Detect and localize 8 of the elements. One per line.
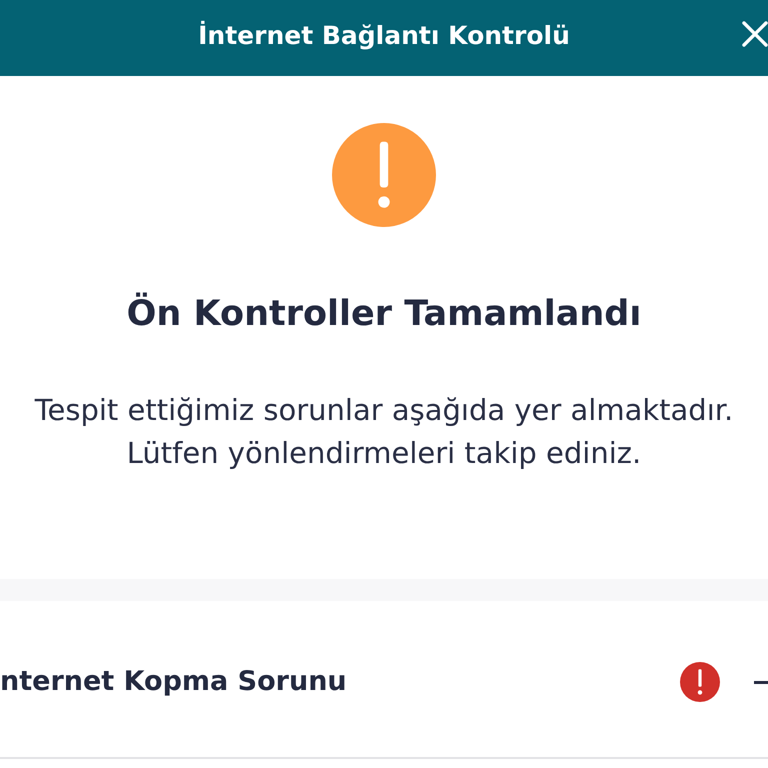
result-heading: Ön Kontroller Tamamlandı [126, 293, 642, 335]
close-button[interactable] [742, 20, 768, 48]
result-message: Tespit ettiğimiz sorunlar aşağıda yer almaktadır. Lütfen yönlendirmeleri takip ediniz. [34, 392, 734, 472]
close-icon [742, 21, 768, 47]
minus-icon [754, 680, 768, 684]
issue-label: nternet Kopma Sorunu [0, 666, 348, 698]
issue-row[interactable]: nternet Kopma Sorunu [0, 601, 768, 759]
window-title: İnternet Bağlantı Kontrolü [198, 21, 570, 51]
